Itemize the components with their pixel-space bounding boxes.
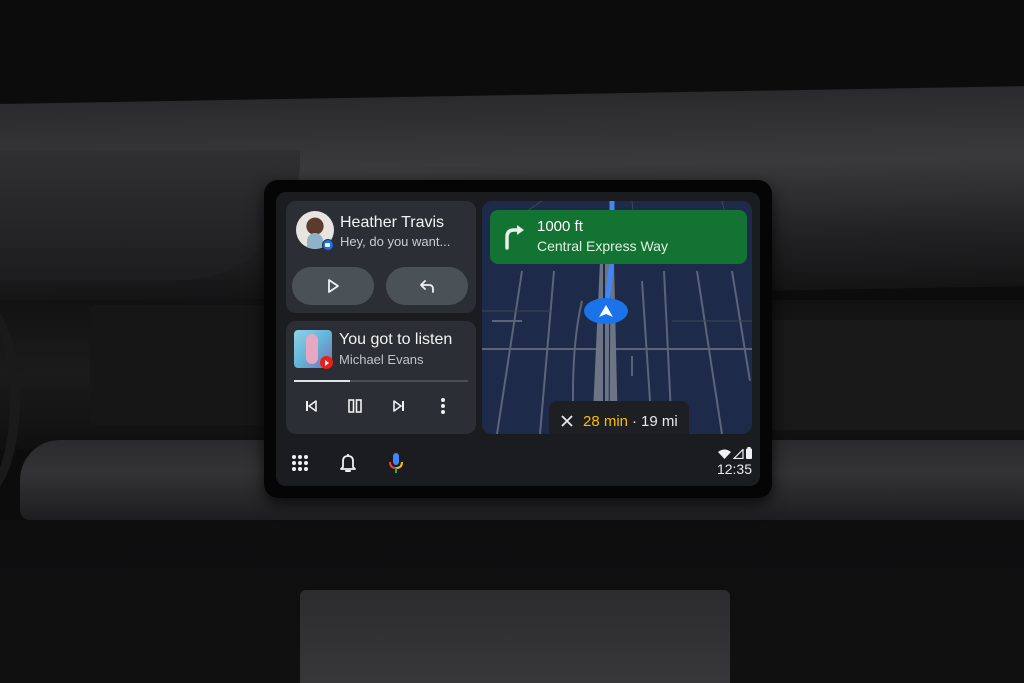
eta-time: 28 min	[583, 412, 629, 430]
notification-bell-icon	[340, 454, 356, 472]
track-title: You got to listen	[339, 331, 453, 348]
skip-previous-icon	[306, 400, 317, 412]
status-area: 12:35	[717, 447, 752, 477]
play-icon	[328, 279, 339, 293]
message-preview: Hey, do you want...	[340, 234, 451, 249]
dashboard-right-panel	[770, 320, 1024, 430]
artist-name: Michael Evans	[339, 352, 424, 367]
system-rail: 12:35	[276, 442, 760, 486]
close-icon	[561, 415, 573, 427]
assistant-button[interactable]	[385, 452, 407, 474]
play-message-button[interactable]	[292, 267, 374, 305]
battery-icon	[746, 447, 752, 459]
eta-panel[interactable]: 28 min · 19 mi	[549, 401, 689, 434]
app-launcher-button[interactable]	[289, 452, 311, 474]
android-auto-screen: Heather Travis Hey, do you want... You g…	[276, 192, 760, 486]
youtube-music-icon	[320, 356, 333, 369]
reply-icon	[420, 280, 434, 293]
google-assistant-mic-icon	[389, 453, 403, 473]
navigation-arrow-icon	[599, 305, 613, 317]
wifi-icon	[718, 449, 731, 459]
message-card[interactable]: Heather Travis Hey, do you want...	[286, 201, 476, 313]
close-navigation-button[interactable]	[561, 415, 573, 427]
skip-next-icon	[393, 400, 404, 412]
turn-right-icon	[505, 225, 524, 250]
skip-next-button[interactable]	[388, 395, 410, 417]
contact-name: Heather Travis	[340, 214, 445, 231]
media-card[interactable]: You got to listen Michael Evans	[286, 321, 476, 434]
more-options-button[interactable]	[432, 395, 454, 417]
reply-button[interactable]	[386, 267, 468, 305]
eta-distance: 19 mi	[641, 412, 678, 430]
cellular-signal-icon	[733, 449, 744, 459]
clock: 12:35	[716, 461, 752, 477]
infotainment-display: Heather Travis Hey, do you want... You g…	[264, 180, 772, 498]
skip-previous-button[interactable]	[300, 395, 322, 417]
turn-distance: 1000 ft	[537, 218, 583, 235]
current-location-marker	[584, 298, 628, 324]
turn-guidance-card[interactable]: 1000 ft Central Express Way	[490, 210, 747, 264]
street-name: Central Express Way	[537, 238, 668, 254]
eta-separator: ·	[632, 412, 638, 430]
center-console	[300, 590, 730, 683]
playback-progress-fill	[294, 380, 350, 382]
app-launcher-icon	[292, 455, 308, 471]
messages-app-icon	[322, 239, 334, 251]
more-vert-icon	[441, 398, 445, 414]
pause-icon	[348, 399, 362, 413]
playback-progress-bar[interactable]	[294, 380, 468, 382]
navigation-map[interactable]: 1000 ft Central Express Way 28 min · 19 …	[482, 201, 752, 434]
notifications-button[interactable]	[337, 452, 359, 474]
pause-button[interactable]	[344, 395, 366, 417]
